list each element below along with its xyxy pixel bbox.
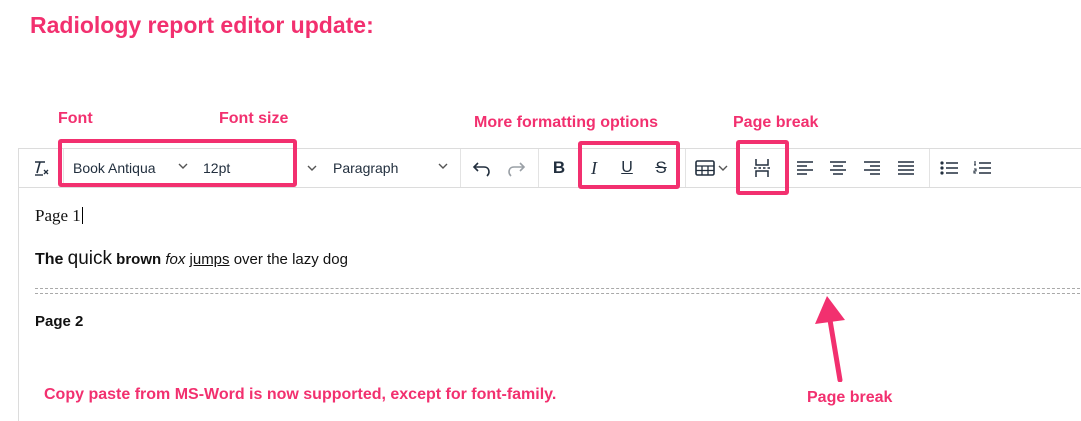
- align-left-button[interactable]: [791, 149, 819, 187]
- word-the: The: [35, 251, 64, 268]
- word-jumps: jumps: [189, 251, 230, 268]
- align-center-icon: [830, 161, 846, 175]
- align-right-icon: [864, 161, 880, 175]
- numbered-list-icon: [973, 161, 991, 174]
- sentence-rest: over the lazy dog: [233, 251, 348, 268]
- toolbar-separator: [460, 149, 461, 187]
- toolbar-separator: [929, 149, 930, 187]
- annotation-more-formatting: More formatting options: [474, 114, 658, 131]
- bold-button[interactable]: B: [545, 149, 573, 187]
- redo-button[interactable]: [501, 149, 531, 187]
- undo-icon: [472, 162, 490, 177]
- annotation-page-break-top: Page break: [733, 114, 819, 131]
- annotation-copy-paste: Copy paste from MS-Word is now supported…: [44, 386, 557, 403]
- word-fox: fox: [165, 251, 186, 268]
- font-controls-highlight: [58, 139, 297, 187]
- align-center-button[interactable]: [824, 149, 852, 187]
- sample-sentence: The quick brown fox jumps over the lazy …: [35, 248, 348, 270]
- block-format-select[interactable]: Paragraph: [333, 149, 453, 187]
- page-1-label: Page 1: [35, 206, 83, 225]
- clear-formatting-icon: [35, 161, 49, 176]
- block-format-value: Paragraph: [333, 160, 399, 176]
- text-cursor: [81, 207, 83, 224]
- table-button[interactable]: [691, 149, 733, 187]
- table-icon: [695, 160, 715, 176]
- chevron-down-icon: [307, 165, 317, 171]
- clear-formatting-button[interactable]: [27, 149, 55, 187]
- align-left-icon: [797, 161, 813, 175]
- page-break-highlight: [736, 140, 789, 195]
- annotation-font-size: Font size: [219, 110, 289, 127]
- align-right-button[interactable]: [858, 149, 886, 187]
- undo-button[interactable]: [467, 149, 497, 187]
- formatting-highlight: [578, 141, 680, 189]
- word-quick: quick: [67, 248, 112, 269]
- numbered-list-button[interactable]: [968, 149, 996, 187]
- toolbar-separator: [538, 149, 539, 187]
- annotation-page-break-bottom: Page break: [807, 389, 893, 406]
- bullet-list-button[interactable]: [935, 149, 963, 187]
- page-break-marker: [35, 288, 1081, 294]
- align-justify-icon: [898, 161, 914, 175]
- annotation-font: Font: [58, 110, 93, 127]
- redo-icon: [508, 162, 526, 177]
- chevron-down-icon: [438, 163, 448, 169]
- align-justify-button[interactable]: [892, 149, 920, 187]
- word-brown: brown: [116, 251, 162, 268]
- page-2-label: Page 2: [35, 313, 84, 330]
- chevron-down-icon: [718, 165, 728, 171]
- bullet-list-icon: [940, 161, 958, 175]
- arrow-icon: [815, 296, 845, 382]
- toolbar-separator: [685, 149, 686, 187]
- annotation-title: Radiology report editor update:: [30, 12, 374, 38]
